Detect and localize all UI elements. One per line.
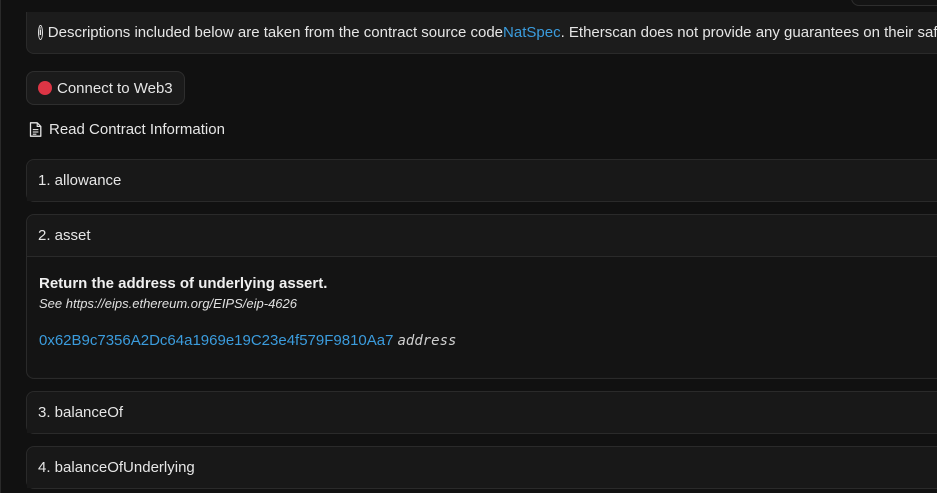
notice-text-after: . Etherscan does not provide any guarant… (560, 24, 937, 41)
natspec-link[interactable]: NatSpec (503, 24, 561, 41)
function-label: 3. balanceOf (38, 404, 124, 421)
function-card-asset: 2. asset Return the address of underlyin… (26, 214, 937, 379)
function-label: 2. asset (38, 227, 91, 244)
function-note: See https://eips.ethereum.org/EIPS/eip-4… (39, 296, 297, 311)
document-icon (29, 122, 42, 137)
function-header-asset[interactable]: 2. asset (27, 215, 937, 256)
natspec-notice: i Descriptions included below are taken … (26, 12, 937, 54)
function-header-balanceofunderlying[interactable]: 4. balanceOfUnderlying (27, 447, 937, 488)
function-result: 0x62B9c7356A2Dc64a1969e19C23e4f579F9810A… (39, 332, 937, 349)
function-body-asset: Return the address of underlying assert.… (27, 256, 937, 377)
function-card-allowance: 1. allowance (26, 159, 937, 202)
contract-read-panel: i Descriptions included below are taken … (0, 0, 937, 493)
function-label: 4. balanceOfUnderlying (38, 459, 195, 476)
function-header-allowance[interactable]: 1. allowance (27, 160, 937, 201)
read-contract-title: Read Contract Information (49, 121, 225, 138)
red-status-dot-icon (38, 81, 52, 95)
left-divider (0, 0, 1, 493)
result-type: address (397, 333, 457, 349)
function-header-balanceof[interactable]: 3. balanceOf (27, 392, 937, 433)
notice-text-before: Descriptions included below are taken fr… (47, 24, 504, 41)
connect-web3-label: Connect to Web3 (57, 79, 173, 97)
read-contract-heading: Read Contract Information (29, 121, 225, 138)
function-card-balanceofunderlying: 4. balanceOfUnderlying (26, 446, 937, 489)
result-address-link[interactable]: 0x62B9c7356A2Dc64a1969e19C23e4f579F9810A… (39, 332, 393, 349)
top-control-edge[interactable] (851, 0, 937, 6)
function-label: 1. allowance (38, 172, 122, 189)
function-description: Return the address of underlying assert. (39, 275, 328, 292)
function-card-balanceof: 3. balanceOf (26, 391, 937, 434)
info-icon: i (38, 25, 43, 40)
connect-web3-button[interactable]: Connect to Web3 (26, 71, 185, 105)
